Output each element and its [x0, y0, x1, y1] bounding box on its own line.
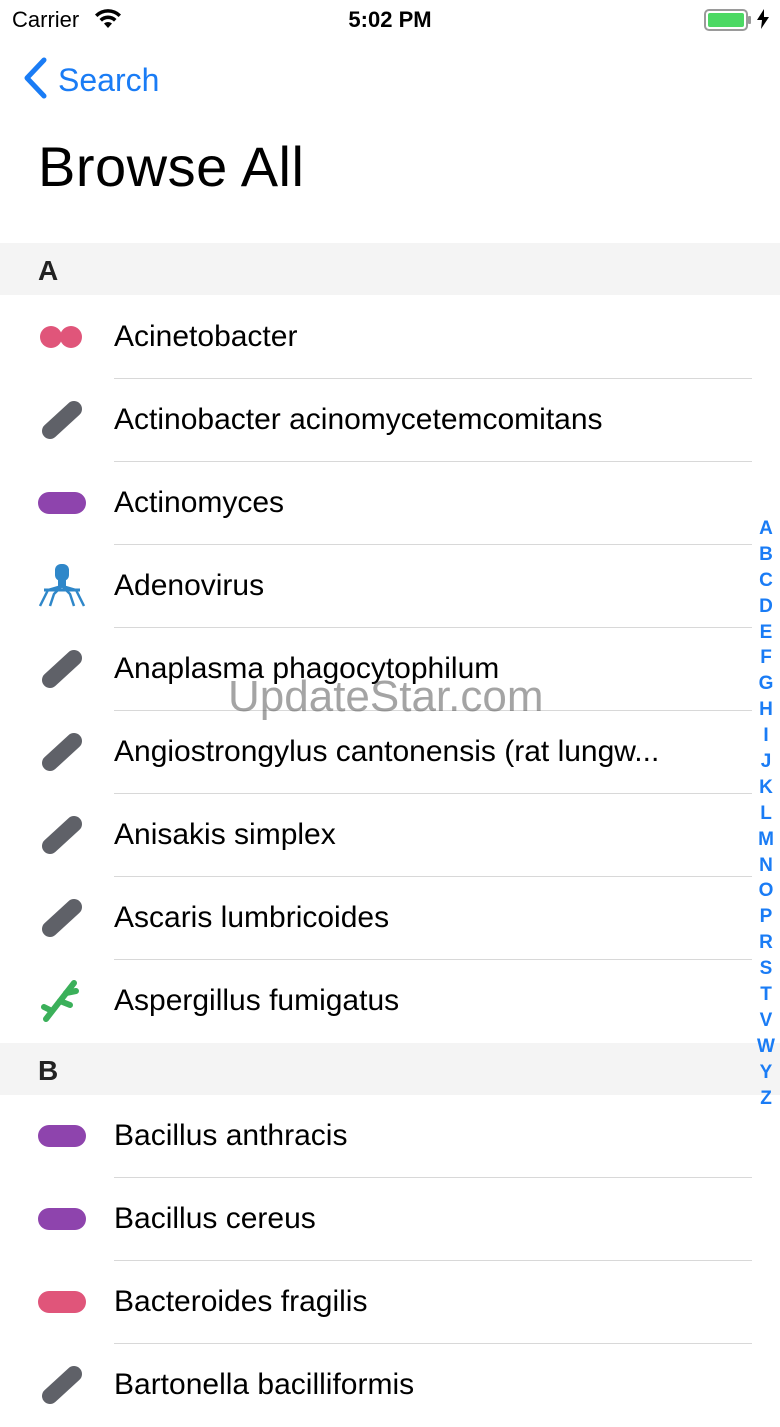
list-item-label: Anisakis simplex: [114, 818, 336, 851]
bacillus-icon: [36, 481, 88, 525]
index-letter-k[interactable]: K: [759, 775, 773, 801]
list-item-label: Bacillus cereus: [114, 1202, 316, 1235]
rod-icon: [36, 647, 88, 691]
index-letter-p[interactable]: P: [760, 904, 773, 930]
index-letter-z[interactable]: Z: [760, 1086, 772, 1112]
list-item-label: Aspergillus fumigatus: [114, 984, 400, 1017]
list-item-label: Adenovirus: [114, 569, 265, 602]
list-item-label: Bacteroides fragilis: [114, 1285, 368, 1318]
list-item-label: Ascaris lumbricoides: [114, 901, 390, 934]
list-item-label: Acinetobacter: [114, 320, 298, 353]
fungus-icon: [36, 979, 88, 1023]
list-item-angiostrongylus[interactable]: Angiostrongylus cantonensis (rat lungw..…: [0, 711, 752, 794]
clock: 5:02 PM: [348, 7, 432, 32]
rod-icon: [36, 398, 88, 442]
bacillus-icon: [36, 1197, 88, 1241]
index-letter-b[interactable]: B: [759, 542, 773, 568]
index-letter-l[interactable]: L: [760, 801, 772, 827]
section-header-b: B: [0, 1043, 780, 1095]
status-bar: Carrier 5:02 PM: [0, 0, 780, 40]
section-letter: A: [38, 255, 59, 286]
section-header-a: A: [0, 243, 780, 295]
back-button[interactable]: Search: [22, 57, 160, 104]
back-label: Search: [58, 61, 160, 98]
list-item-label: Angiostrongylus cantonensis (rat lungw..…: [114, 735, 660, 768]
diplococcus-icon: [36, 315, 88, 359]
bacillus-icon: [36, 1114, 88, 1158]
index-letter-f[interactable]: F: [760, 645, 772, 671]
index-letter-c[interactable]: C: [759, 568, 773, 594]
index-letter-a[interactable]: A: [759, 516, 773, 542]
list-item-label: Actinobacter acinomycetemcomitans: [114, 403, 603, 436]
index-letter-w[interactable]: W: [757, 1034, 775, 1060]
index-letter-v[interactable]: V: [760, 1008, 773, 1034]
list-item-acinetobacter[interactable]: Acinetobacter: [0, 296, 752, 379]
bacillus-icon: [36, 1280, 88, 1324]
index-letter-m[interactable]: M: [758, 827, 774, 853]
list-item-ascaris[interactable]: Ascaris lumbricoides: [0, 877, 752, 960]
list-item-bacillus-anthracis[interactable]: Bacillus anthracis: [0, 1095, 752, 1178]
rod-icon: [36, 730, 88, 774]
page-title: Browse All: [38, 135, 305, 198]
list-item-aspergillus[interactable]: Aspergillus fumigatus: [0, 960, 752, 1043]
index-letter-t[interactable]: T: [760, 982, 772, 1008]
section-letter: B: [38, 1055, 59, 1086]
list-item-adenovirus[interactable]: Adenovirus: [0, 545, 752, 628]
rod-icon: [36, 813, 88, 857]
chevron-left-icon: [22, 57, 48, 104]
rod-icon: [36, 1363, 88, 1407]
rod-icon: [36, 896, 88, 940]
section-index[interactable]: ABCDEFGHIJKLMNOPRSTVWYZ: [752, 516, 780, 1111]
list-item-anisakis[interactable]: Anisakis simplex: [0, 794, 752, 877]
list-item-anaplasma[interactable]: Anaplasma phagocytophilum: [0, 628, 752, 711]
index-letter-i[interactable]: I: [763, 723, 768, 749]
list-item-label: Actinomyces: [114, 486, 285, 519]
list-item-label: Anaplasma phagocytophilum: [114, 652, 500, 685]
list-item-bacillus-cereus[interactable]: Bacillus cereus: [0, 1178, 752, 1261]
index-letter-n[interactable]: N: [759, 853, 773, 879]
list-item-bacteroides[interactable]: Bacteroides fragilis: [0, 1261, 752, 1344]
list-item-bartonella[interactable]: Bartonella bacilliformis: [0, 1344, 752, 1427]
battery-icon: [704, 9, 752, 36]
index-letter-o[interactable]: O: [759, 878, 774, 904]
charging-icon: [756, 8, 770, 35]
index-letter-s[interactable]: S: [760, 956, 773, 982]
index-letter-g[interactable]: G: [759, 671, 774, 697]
virus-icon: [36, 564, 88, 608]
index-letter-j[interactable]: J: [761, 749, 772, 775]
list-item-label: Bacillus anthracis: [114, 1119, 348, 1152]
index-letter-r[interactable]: R: [759, 930, 773, 956]
index-letter-y[interactable]: Y: [760, 1060, 773, 1086]
list-item-actinomyces[interactable]: Actinomyces: [0, 462, 752, 545]
list-item-actinobacter[interactable]: Actinobacter acinomycetemcomitans: [0, 379, 752, 462]
index-letter-e[interactable]: E: [760, 620, 773, 646]
list-item-label: Bartonella bacilliformis: [114, 1368, 415, 1401]
index-letter-h[interactable]: H: [759, 697, 773, 723]
index-letter-d[interactable]: D: [759, 594, 773, 620]
